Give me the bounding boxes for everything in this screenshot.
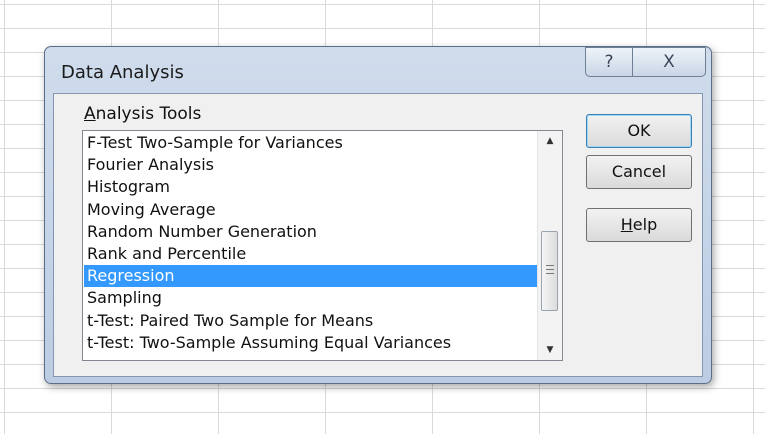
list-item[interactable]: Regression <box>84 265 537 288</box>
list-item[interactable]: t-Test: Two-Sample Assuming Equal Varian… <box>84 332 537 354</box>
cancel-button[interactable]: Cancel <box>586 155 692 189</box>
list-item[interactable]: Moving Average <box>84 199 537 221</box>
grip-icon <box>546 265 554 277</box>
list-item[interactable]: Histogram <box>84 176 537 198</box>
analysis-tools-listbox[interactable]: F-Test Two-Sample for Variances Fourier … <box>82 130 563 361</box>
dialog-title: Data Analysis <box>61 62 184 83</box>
scroll-up-icon[interactable]: ▲ <box>538 131 562 151</box>
scroll-down-icon[interactable]: ▼ <box>538 340 562 360</box>
data-analysis-dialog: Data Analysis ? X Analysis Tools F-Test … <box>44 46 712 384</box>
title-bar: Data Analysis ? X <box>45 47 711 95</box>
list-item[interactable]: Random Number Generation <box>84 221 537 243</box>
vertical-scrollbar[interactable]: ▲ ▼ <box>537 131 562 360</box>
close-icon[interactable]: X <box>632 47 706 77</box>
list-item[interactable]: Fourier Analysis <box>84 154 537 176</box>
list-item[interactable]: Sampling <box>84 287 537 309</box>
list-item[interactable]: Rank and Percentile <box>84 243 537 265</box>
list-item[interactable]: F-Test Two-Sample for Variances <box>84 132 537 154</box>
dialog-client-area: Analysis Tools F-Test Two-Sample for Var… <box>53 93 703 377</box>
list-item[interactable]: t-Test: Paired Two Sample for Means <box>84 310 537 332</box>
ok-button[interactable]: OK <box>586 114 692 148</box>
help-button[interactable]: Help <box>586 208 692 242</box>
help-icon[interactable]: ? <box>585 47 633 77</box>
scrollbar-thumb[interactable] <box>541 231 558 311</box>
analysis-tools-label: Analysis Tools <box>84 104 202 124</box>
